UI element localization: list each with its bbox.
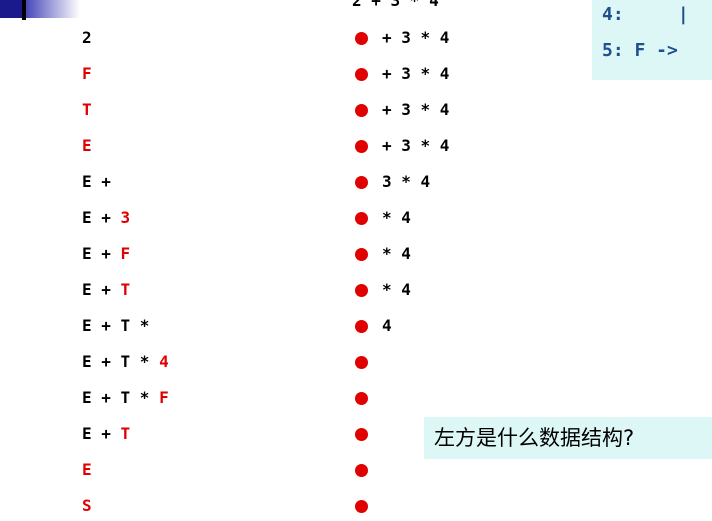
top-expression: 2 + 3 * 4 — [352, 0, 439, 10]
input-pointer-dot — [355, 248, 368, 261]
stack-row: E + T * F — [82, 388, 169, 407]
stack-symbol: T — [120, 424, 131, 443]
slide-corner-decoration — [0, 0, 80, 20]
stack-symbol: S — [82, 496, 92, 515]
remaining-input: + 3 * 4 — [382, 28, 450, 47]
stack-symbol: 2 — [82, 28, 92, 47]
stack-symbol: T — [82, 100, 92, 119]
input-pointer-dot — [355, 392, 368, 405]
stack-symbol: E — [82, 460, 92, 479]
stack-row: 2 — [82, 28, 92, 47]
input-pointer-dot — [355, 428, 368, 441]
remaining-input: + 3 * 4 — [382, 100, 450, 119]
decoration-bar — [22, 0, 26, 20]
stack-row: E + — [82, 172, 111, 191]
stack-row: F — [82, 64, 92, 83]
question-box: 左方是什么数据结构? — [424, 417, 712, 459]
input-pointer-dot — [355, 284, 368, 297]
stack-symbol: E — [82, 136, 92, 155]
remaining-input: * 4 — [382, 208, 411, 227]
remaining-input: 4 — [382, 316, 392, 335]
stack-row: T — [82, 100, 92, 119]
grammar-line-5: 5: F -> — [602, 40, 678, 61]
stack-symbol: F — [159, 388, 169, 407]
stack-symbol: E + — [82, 172, 111, 191]
stack-row: E — [82, 460, 92, 479]
input-pointer-dot — [355, 68, 368, 81]
stack-symbol: F — [82, 64, 92, 83]
stack-symbol: E + — [82, 280, 121, 299]
stack-row: E + T — [82, 280, 130, 299]
input-pointer-dot — [355, 320, 368, 333]
stack-symbol: E + — [82, 244, 121, 263]
decoration-block — [0, 0, 22, 18]
remaining-input: * 4 — [382, 244, 411, 263]
stack-symbol: E + T * — [82, 388, 160, 407]
stack-row: E + T — [82, 424, 130, 443]
stack-symbol: E + T * — [82, 316, 150, 335]
remaining-input: + 3 * 4 — [382, 136, 450, 155]
input-pointer-dot — [355, 212, 368, 225]
remaining-input: 3 * 4 — [382, 172, 431, 191]
input-pointer-dot — [355, 464, 368, 477]
stack-row: E + T * — [82, 316, 149, 335]
input-pointer-dot — [355, 176, 368, 189]
stack-symbol: 4 — [159, 352, 169, 371]
input-pointer-dot — [355, 500, 368, 513]
stack-symbol: T — [120, 280, 131, 299]
input-pointer-dot — [355, 104, 368, 117]
grammar-line-4: 4: | — [602, 4, 689, 25]
stack-row: E — [82, 136, 92, 155]
stack-row: E + F — [82, 244, 130, 263]
stack-row: E + T * 4 — [82, 352, 169, 371]
input-pointer-dot — [355, 32, 368, 45]
input-pointer-dot — [355, 356, 368, 369]
input-pointer-dot — [355, 140, 368, 153]
stack-symbol: F — [120, 244, 131, 263]
stack-symbol: E + — [82, 208, 121, 227]
decoration-gradient — [22, 0, 80, 18]
stack-symbol: E + — [82, 424, 121, 443]
stack-row: S — [82, 496, 92, 515]
remaining-input: + 3 * 4 — [382, 64, 450, 83]
remaining-input: * 4 — [382, 280, 411, 299]
stack-row: E + 3 — [82, 208, 130, 227]
stack-symbol: E + T * — [82, 352, 160, 371]
grammar-panel: 4: | 5: F -> — [592, 0, 712, 80]
stack-symbol: 3 — [120, 208, 131, 227]
